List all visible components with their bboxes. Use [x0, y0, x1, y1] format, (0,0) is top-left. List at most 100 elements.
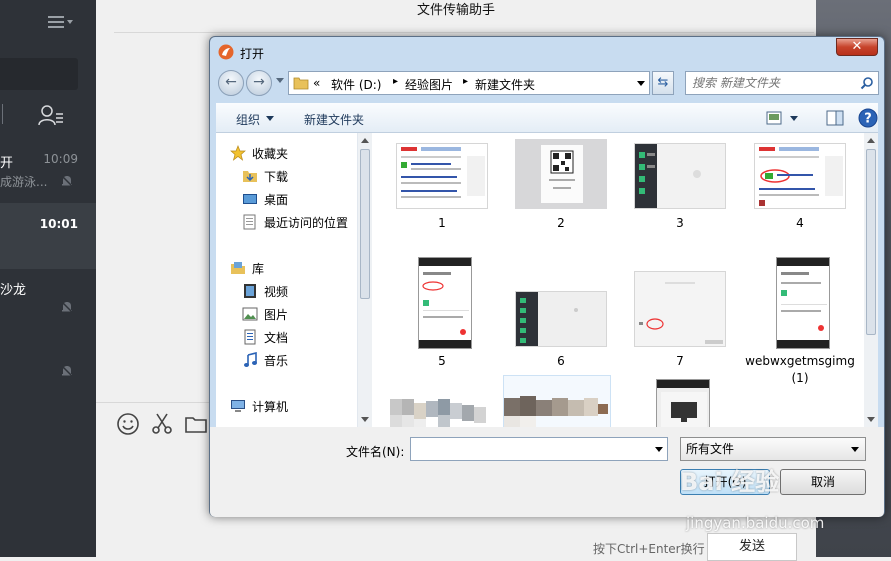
filetype-select[interactable]: 所有文件	[680, 437, 866, 461]
nav-label: 音乐	[264, 354, 289, 368]
chat-preview: 成游泳...	[0, 175, 48, 189]
nav-item-recent[interactable]: 最近访问的位置	[216, 212, 354, 232]
breadcrumb-overflow[interactable]: «	[313, 76, 320, 90]
nav-item-documents[interactable]: 文档	[216, 327, 354, 347]
open-button[interactable]: 打开(O)	[680, 469, 770, 495]
nav-item-pictures[interactable]: 图片	[216, 304, 354, 324]
scroll-thumb[interactable]	[866, 149, 876, 335]
nav-item-desktop[interactable]: 桌面	[216, 189, 354, 209]
scroll-down-icon[interactable]	[867, 417, 875, 422]
screenshot-scissors-icon[interactable]	[150, 412, 174, 436]
nav-scrollbar[interactable]	[358, 133, 372, 427]
forward-button[interactable]: →	[246, 70, 272, 96]
menu-icon[interactable]	[48, 12, 76, 32]
file-item[interactable]	[386, 381, 498, 427]
chat-name: 开	[0, 156, 14, 171]
file-thumbnail	[754, 143, 846, 209]
contacts-icon[interactable]	[36, 102, 64, 128]
emoji-icon[interactable]	[116, 412, 140, 436]
chat-row[interactable]: 开 10:09 成游泳...	[0, 138, 96, 204]
file-list-scrollbar[interactable]	[864, 133, 878, 427]
chat-toolbar	[96, 404, 216, 444]
file-thumbnail	[503, 375, 611, 427]
nav-libraries[interactable]: 库	[216, 258, 354, 278]
help-icon[interactable]: ?	[858, 108, 878, 128]
nav-label: 收藏夹	[252, 147, 289, 161]
address-bar[interactable]: « 软件 (D:) ▸ 经验图片 ▸ 新建文件夹	[288, 71, 650, 95]
file-item[interactable]: webwxgetmsgimg (1)	[744, 257, 856, 385]
file-item[interactable]: 5	[386, 257, 498, 377]
recent-places-icon	[243, 214, 256, 230]
recent-locations-chevron-icon[interactable]	[276, 78, 284, 83]
organize-menu[interactable]: 组织	[236, 111, 260, 128]
computer-icon	[231, 400, 245, 412]
nav-item-downloads[interactable]: 下载	[216, 166, 354, 186]
svg-text:?: ?	[864, 112, 872, 127]
nav-item-videos[interactable]: 视频	[216, 281, 354, 301]
chat-title: 文件传输助手	[416, 3, 495, 18]
chevron-down-icon[interactable]	[790, 116, 798, 121]
file-item[interactable]: 4	[744, 137, 856, 257]
dialog-title: 打开	[240, 47, 265, 61]
scroll-up-icon[interactable]	[361, 138, 369, 143]
chat-row[interactable]: 沙龙	[0, 268, 96, 334]
sidebar-tabs	[0, 100, 96, 130]
file-thumbnail	[634, 143, 726, 209]
breadcrumb[interactable]: 软件 (D:)	[331, 76, 381, 93]
search-bar[interactable]	[0, 58, 78, 90]
file-thumbnail	[396, 143, 488, 209]
cancel-button[interactable]: 取消	[780, 469, 866, 495]
file-item[interactable]: 3	[624, 137, 736, 257]
search-box	[685, 71, 879, 95]
file-item[interactable]: 7	[624, 257, 736, 377]
file-thumbnail	[418, 257, 472, 349]
preview-pane-icon[interactable]	[826, 109, 844, 127]
file-thumbnail	[515, 291, 607, 347]
chat-time: 10:09	[43, 152, 78, 166]
file-item[interactable]	[503, 375, 617, 427]
folder-icon[interactable]	[184, 412, 208, 436]
change-view-icon[interactable]	[766, 110, 784, 126]
search-icon[interactable]	[860, 76, 874, 90]
chat-name: 沙龙	[0, 283, 27, 298]
scroll-down-icon[interactable]	[361, 417, 369, 422]
file-item[interactable]: 2	[505, 137, 617, 257]
breadcrumb-separator-icon[interactable]: ▸	[463, 76, 468, 87]
breadcrumb[interactable]: 经验图片	[405, 76, 453, 93]
chevron-down-icon[interactable]	[655, 447, 663, 452]
scroll-up-icon[interactable]	[867, 138, 875, 143]
address-dropdown-icon[interactable]	[637, 81, 645, 86]
file-item[interactable]	[624, 379, 736, 427]
refresh-button[interactable]: ⇆	[652, 71, 674, 95]
navigation-pane: 收藏夹 下载 桌面 最近访问的位置 库 视频 图片 文档 音乐 计算机	[216, 133, 358, 427]
nav-label: 文档	[264, 331, 289, 345]
dialog-titlebar[interactable]: 打开 ✕	[210, 37, 884, 67]
send-hint: 按下Ctrl+Enter换行	[593, 542, 705, 556]
chevron-down-icon[interactable]	[266, 116, 274, 121]
file-name: 3	[676, 216, 684, 230]
chat-row[interactable]: 10:01	[0, 203, 96, 269]
breadcrumb-separator-icon[interactable]: ▸	[393, 76, 398, 87]
breadcrumb[interactable]: 新建文件夹	[475, 76, 535, 93]
close-button[interactable]: ✕	[836, 38, 878, 56]
chevron-down-icon[interactable]	[851, 447, 859, 452]
folder-icon	[293, 77, 309, 90]
command-bar: 组织 新建文件夹 ?	[216, 103, 878, 133]
search-input[interactable]	[686, 72, 854, 94]
video-icon	[244, 284, 256, 298]
scroll-thumb[interactable]	[360, 149, 370, 299]
nav-favorites[interactable]: 收藏夹	[216, 143, 354, 163]
dialog-footer: 文件名(N): 所有文件 打开(O) 取消	[210, 427, 884, 517]
file-item[interactable]: 6	[505, 257, 617, 377]
chat-row[interactable]	[0, 334, 96, 400]
filename-input[interactable]	[410, 437, 668, 461]
file-thumbnail	[390, 399, 494, 427]
nav-item-music[interactable]: 音乐	[216, 350, 354, 370]
new-folder-button[interactable]: 新建文件夹	[304, 111, 364, 128]
file-item[interactable]: 1	[386, 137, 498, 257]
app-icon	[218, 44, 234, 60]
back-button[interactable]: ←	[218, 70, 244, 96]
nav-computer[interactable]: 计算机	[216, 396, 354, 416]
chat-sidebar: 开 10:09 成游泳... 10:01 沙龙	[0, 0, 96, 557]
nav-label: 库	[252, 262, 265, 276]
